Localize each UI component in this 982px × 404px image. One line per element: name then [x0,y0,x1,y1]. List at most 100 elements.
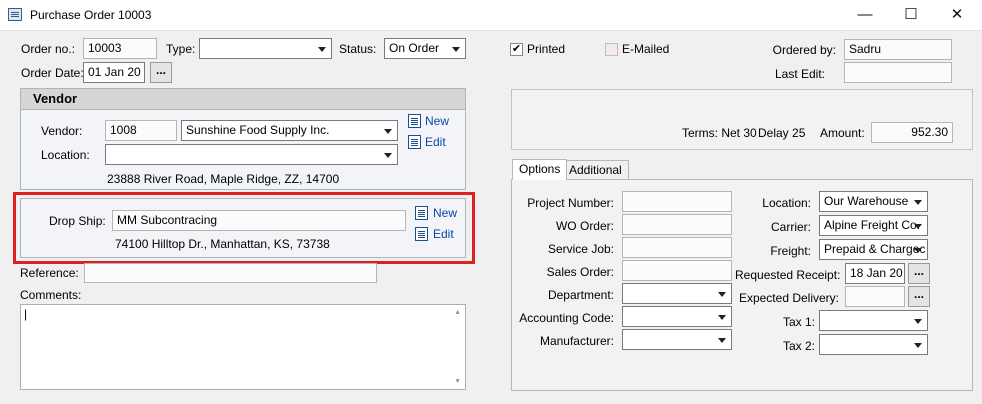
printed-label: Printed [527,42,566,56]
minimize-button[interactable]: — [842,0,888,31]
new-dropship-link[interactable]: New [433,206,457,220]
option-location-combo[interactable]: Our Warehouse [819,191,928,212]
reference-label: Reference: [20,266,79,280]
vendor-label: Vendor: [41,124,83,138]
chevron-down-icon [914,319,922,324]
order-date-field[interactable]: 01 Jan 20 [83,62,145,83]
close-button[interactable]: ✕ [934,0,980,31]
new-dropship-icon[interactable] [415,206,428,220]
requested-receipt-picker-button[interactable]: ... [908,263,930,284]
tax2-label: Tax 2: [782,339,815,353]
chevron-down-icon [914,343,922,348]
manufacturer-label: Manufacturer: [539,334,614,348]
edit-dropship-icon[interactable] [415,227,428,241]
terms-text: Terms: Net 30 [682,126,757,140]
order-no-label: Order no.: [21,42,76,56]
order-date-label: Order Date: [21,66,84,80]
vendor-address: 23888 River Road, Maple Ridge, ZZ, 14700 [107,172,340,186]
tax2-combo[interactable] [819,334,928,355]
project-number-label: Project Number: [527,196,614,210]
expected-delivery-field[interactable] [845,286,905,307]
reference-field[interactable] [84,263,377,283]
wo-order-label: WO Order: [555,219,614,233]
vendor-location-combo[interactable] [105,144,398,165]
carrier-combo[interactable]: Alpine Freight Co. [819,215,928,236]
chevron-down-icon [384,129,392,134]
chevron-down-icon [914,200,922,205]
location-label: Location: [41,148,90,162]
tax1-label: Tax 1: [782,315,815,329]
status-combo[interactable]: On Order [384,38,466,59]
option-location-label: Location: [762,196,811,210]
option-location-value: Our Warehouse [824,194,909,208]
edit-dropship-link[interactable]: Edit [433,227,454,241]
accounting-code-label: Accounting Code: [519,311,614,325]
accounting-code-combo[interactable] [622,306,732,327]
type-label: Type: [166,42,196,56]
status-label: Status: [339,42,377,56]
project-number-field[interactable] [622,191,732,212]
chevron-down-icon [318,47,326,52]
freight-value: Prepaid & Chargec [824,242,926,256]
dropship-label: Drop Ship: [49,214,106,228]
order-date-picker-button[interactable]: ... [150,62,172,83]
printed-checkbox[interactable]: ✔ [510,43,523,56]
sales-order-field[interactable] [622,260,732,281]
type-combo[interactable] [199,38,332,59]
edit-vendor-link[interactable]: Edit [425,135,446,149]
status-value: On Order [389,41,440,55]
freight-combo[interactable]: Prepaid & Chargec [819,239,928,260]
last-edit-label: Last Edit: [774,67,825,81]
new-vendor-icon[interactable] [408,114,421,128]
order-no-field[interactable]: 10003 [83,38,157,59]
chevron-down-icon [914,248,922,253]
tab-additional[interactable]: Additional [562,160,629,180]
new-vendor-link[interactable]: New [425,114,449,128]
freight-label: Freight: [770,244,811,258]
scroll-up-icon[interactable]: ▲ [454,309,461,316]
edit-vendor-icon[interactable] [408,135,421,149]
dropship-address: 74100 Hilltop Dr., Manhattan, KS, 73738 [115,237,330,251]
vendor-heading: Vendor [21,89,465,110]
sales-order-label: Sales Order: [546,265,614,279]
amount-field[interactable]: 952.30 [871,122,953,143]
manufacturer-combo[interactable] [622,329,732,350]
service-job-field[interactable] [622,237,732,258]
service-job-label: Service Job: [547,242,614,256]
delay-text: Delay 25 [758,126,806,140]
dropship-field[interactable]: MM Subcontracing [112,210,406,231]
purchase-order-icon [8,8,22,21]
requested-receipt-label: Requested Receipt: [735,268,841,282]
ordered-by-field[interactable]: Sadru [844,39,952,60]
comments-textarea[interactable]: | ▲ ▼ [20,304,466,390]
maximize-button[interactable]: ☐ [888,0,934,31]
ordered-by-label: Ordered by: [772,43,836,57]
carrier-label: Carrier: [770,220,811,234]
carrier-value: Alpine Freight Co. [824,218,921,232]
chevron-down-icon [718,338,726,343]
requested-receipt-field[interactable]: 18 Jan 20 [845,263,905,284]
vendor-name-value: Sunshine Food Supply Inc. [186,123,330,137]
tax1-combo[interactable] [819,310,928,331]
last-edit-field[interactable] [844,62,952,83]
wo-order-field[interactable] [622,214,732,235]
chevron-down-icon [914,224,922,229]
window-title: Purchase Order 10003 [30,8,152,22]
text-cursor: | [24,307,28,321]
expected-delivery-picker-button[interactable]: ... [908,286,930,307]
vendor-code-field[interactable]: 1008 [105,120,177,141]
expected-delivery-label: Expected Delivery: [738,291,839,305]
emailed-checkbox[interactable] [605,43,618,56]
chevron-down-icon [718,315,726,320]
chevron-down-icon [384,153,392,158]
chevron-down-icon [452,47,460,52]
emailed-label: E-Mailed [622,42,670,56]
tab-options[interactable]: Options [512,159,568,180]
amount-label: Amount: [820,126,865,140]
department-combo[interactable] [622,283,732,304]
department-label: Department: [547,288,614,302]
vendor-name-combo[interactable]: Sunshine Food Supply Inc. [181,120,398,141]
comments-label: Comments: [20,288,82,302]
chevron-down-icon [718,292,726,297]
scroll-down-icon[interactable]: ▼ [454,378,461,385]
